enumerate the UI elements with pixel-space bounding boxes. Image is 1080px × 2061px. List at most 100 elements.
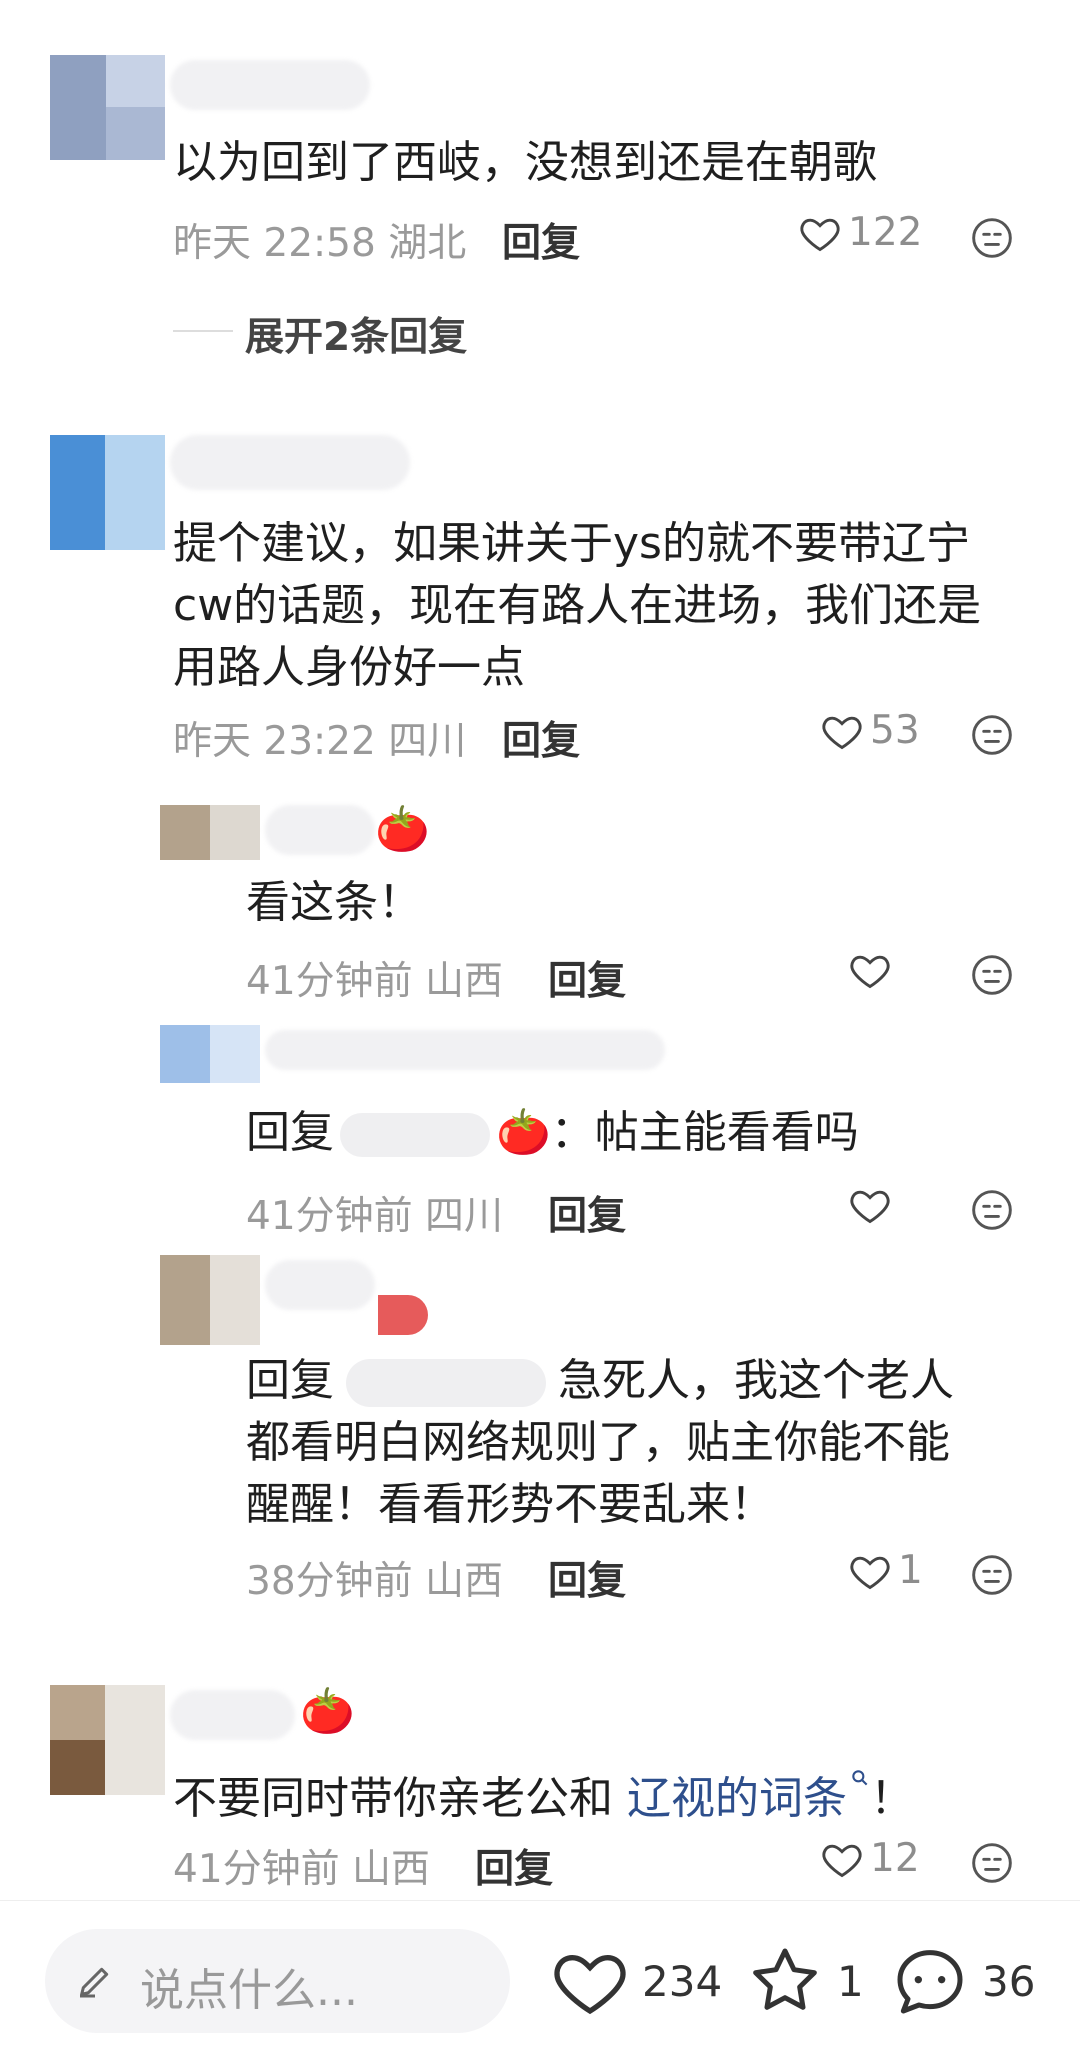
face-icon[interactable] <box>970 713 1014 757</box>
username-blurred[interactable] <box>265 805 375 855</box>
like-button[interactable]: 122 <box>798 210 922 255</box>
username-blurred[interactable] <box>170 435 410 490</box>
reply-item: 🍅 看这条！ 41分钟前 山西 回复 <box>0 800 1080 1004</box>
like-count: 1 <box>898 1548 923 1593</box>
username-blurred[interactable] <box>265 1260 375 1310</box>
reply-button[interactable]: 回复 <box>502 212 580 268</box>
tomato-emoji: 🍅 <box>300 1686 355 1737</box>
face-icon[interactable] <box>970 1188 1014 1232</box>
reply-button[interactable]: 回复 <box>548 1550 626 1606</box>
badge-icon <box>378 1295 428 1335</box>
comment-text-line: cw的话题，现在有路人在进场，我们还是 <box>173 580 982 631</box>
location: 山西 <box>425 959 504 1004</box>
input-placeholder: 说点什么... <box>140 1965 358 2016</box>
like-button[interactable]: 12 <box>820 1836 920 1881</box>
username-blurred[interactable] <box>265 1030 665 1070</box>
location: 湖北 <box>388 221 467 266</box>
timestamp: 41分钟前 <box>173 1847 340 1892</box>
reply-text: 回复 🍅：帖主能看看吗 <box>246 1102 859 1164</box>
favorite-button[interactable]: 1 <box>745 1941 864 2021</box>
comment-1: 以为回到了西岐，没想到还是在朝歌 昨天 22:58 湖北 回复 122 展开2条… <box>0 0 1080 360</box>
star-icon <box>753 1948 817 2010</box>
search-icon <box>852 1770 868 1786</box>
reply-button[interactable]: 回复 <box>548 1185 626 1241</box>
location: 山西 <box>425 1559 504 1604</box>
comment-text-line: 提个建议，如果讲关于ys的就不要带辽宁 <box>173 518 970 569</box>
location: 山西 <box>352 1847 431 1892</box>
like-button[interactable] <box>848 1183 898 1227</box>
heart-icon <box>800 218 840 251</box>
comment-text: 以为回到了西岐，没想到还是在朝歌 <box>173 137 877 188</box>
comment-input[interactable]: 说点什么... <box>45 1929 510 2033</box>
username-blurred[interactable] <box>170 1690 295 1740</box>
comment-text: 不要同时带你亲老公和 辽视的词条 ！ <box>173 1768 914 1830</box>
mention-blurred[interactable] <box>346 1359 546 1407</box>
favorite-count: 1 <box>837 1956 864 2006</box>
username-blurred[interactable] <box>170 60 370 110</box>
reply-button[interactable]: 回复 <box>502 710 580 766</box>
pencil-icon <box>80 1967 109 1998</box>
timestamp: 昨天 23:22 <box>173 719 376 764</box>
comment-count: 36 <box>982 1956 1036 2006</box>
like-post-button[interactable]: 234 <box>550 1941 722 2021</box>
reply-prefix: 回复 <box>246 1107 334 1158</box>
reply-item: 回复 急死人，我这个老人 都看明白网络规则了，贴主你能不能 醒醒！看看形势不要乱来… <box>0 1250 1080 1604</box>
heart-icon <box>554 1954 626 2015</box>
comment-end: ！ <box>870 1773 914 1824</box>
location: 四川 <box>388 719 467 764</box>
face-icon[interactable] <box>970 1841 1014 1885</box>
keyword-link-text: 辽视的词条 <box>627 1773 847 1824</box>
avatar[interactable] <box>50 1685 165 1795</box>
reply-time: 38分钟前 山西 <box>246 1550 503 1606</box>
heart-icon <box>850 1556 890 1589</box>
avatar[interactable] <box>160 1025 260 1083</box>
face-icon[interactable] <box>970 216 1014 260</box>
reply-text: 看这条！ <box>246 877 422 928</box>
reply-body: 急死人，我这个老人 <box>558 1355 954 1406</box>
avatar[interactable] <box>50 435 165 550</box>
comment-text-line: 用路人身份好一点 <box>173 642 525 693</box>
bottom-bar: 说点什么... 234 1 36 <box>0 1900 1080 2061</box>
expand-divider <box>173 330 233 332</box>
reply-text-line: 醒醒！看看形势不要乱来！ <box>246 1479 774 1530</box>
like-button[interactable]: 1 <box>848 1548 923 1593</box>
chat-icon <box>897 1950 963 2014</box>
like-count: 12 <box>870 1836 920 1881</box>
timestamp: 41分钟前 <box>246 959 413 1004</box>
tomato-emoji: 🍅 <box>375 804 430 855</box>
comment-2: 提个建议，如果讲关于ys的就不要带辽宁 cw的话题，现在有路人在进场，我们还是 … <box>0 420 1080 1604</box>
reply-button[interactable]: 回复 <box>475 1838 553 1894</box>
avatar[interactable] <box>160 805 260 860</box>
heart-icon <box>822 716 862 749</box>
heart-icon <box>850 1190 890 1224</box>
heart-icon <box>850 955 890 989</box>
reply-item: 回复 🍅：帖主能看看吗 41分钟前 四川 回复 <box>0 1020 1080 1239</box>
comment-time: 昨天 22:58 湖北 <box>173 212 466 268</box>
comment-body: 不要同时带你亲老公和 <box>173 1773 613 1824</box>
reply-button[interactable]: 回复 <box>548 950 626 1006</box>
avatar[interactable] <box>160 1255 260 1345</box>
keyword-link[interactable]: 辽视的词条 <box>627 1770 870 1824</box>
reply-text-line: 都看明白网络规则了，贴主你能不能 <box>246 1417 950 1468</box>
reply-time: 41分钟前 山西 <box>246 950 503 1006</box>
comment-time: 昨天 23:22 四川 <box>173 710 466 766</box>
like-button[interactable] <box>848 948 898 992</box>
mention-blurred[interactable] <box>340 1113 490 1157</box>
like-count: 53 <box>870 708 920 753</box>
face-icon[interactable] <box>970 1553 1014 1597</box>
timestamp: 昨天 22:58 <box>173 221 376 266</box>
face-icon[interactable] <box>970 953 1014 997</box>
avatar[interactable] <box>50 55 165 160</box>
tomato-emoji: 🍅 <box>496 1107 551 1158</box>
like-count: 122 <box>848 210 923 255</box>
reply-time: 41分钟前 四川 <box>246 1185 503 1241</box>
heart-icon <box>822 1844 862 1877</box>
reply-prefix: 回复 <box>246 1355 334 1406</box>
timestamp: 38分钟前 <box>246 1559 413 1604</box>
comment-count-button[interactable]: 36 <box>890 1941 1035 2021</box>
expand-replies-button[interactable]: 展开2条回复 <box>245 306 467 362</box>
reply-body: ：帖主能看看吗 <box>550 1107 859 1158</box>
like-button[interactable]: 53 <box>820 708 920 753</box>
comment-time: 41分钟前 山西 <box>173 1838 430 1894</box>
comment-3: 🍅 不要同时带你亲老公和 辽视的词条 ！ 41分钟前 山西 回复 12 <box>0 1680 1080 1892</box>
